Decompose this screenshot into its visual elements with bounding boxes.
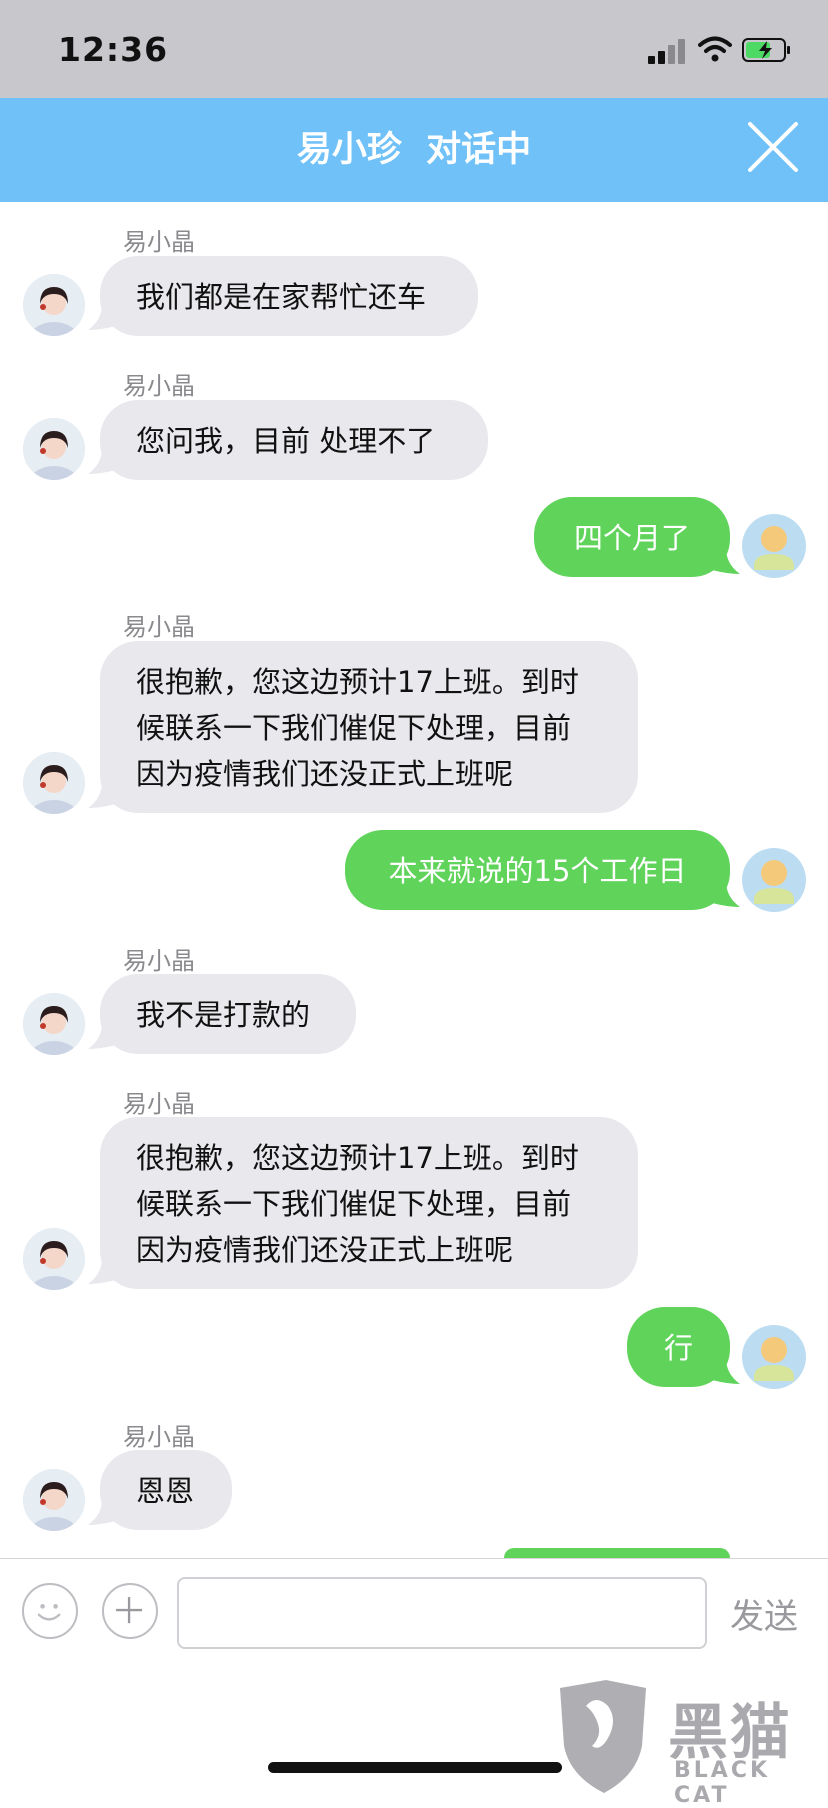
message-bubble-incoming: 恩恩: [100, 1450, 232, 1530]
battery-charging-icon: [742, 38, 790, 62]
bubble-tail: [712, 881, 740, 907]
message-line: 本来就说的15个工作日: [388, 854, 687, 888]
message-line: 我不是打款的: [136, 998, 311, 1032]
agent-avatar: [23, 418, 85, 480]
sender-name: 易小晶: [123, 613, 195, 641]
message-line: 您问我，目前 处理不了: [136, 424, 436, 458]
message-input[interactable]: [177, 1577, 707, 1649]
user-avatar: [742, 848, 806, 912]
close-icon[interactable]: [744, 118, 802, 176]
home-indicator: [268, 1762, 562, 1773]
agent-avatar: [23, 1469, 85, 1531]
sender-name: 易小晶: [123, 1090, 195, 1118]
chat-title: 易小珍 对话中: [296, 130, 532, 170]
message-line: 候联系一下我们催促下处理，目前: [136, 1187, 572, 1221]
message-line: 四个月了: [573, 521, 690, 555]
message-bubble-outgoing-partial: [504, 1548, 730, 1558]
input-bar: 发送: [0, 1558, 828, 1689]
message-line: 很抱歉，您这边预计17上班。到时: [136, 1141, 579, 1175]
wifi-icon: [698, 36, 732, 62]
message-bubble-outgoing: 四个月了: [534, 497, 730, 577]
message-line: 恩恩: [136, 1474, 195, 1508]
message-bubble-incoming: 我们都是在家帮忙还车: [100, 256, 478, 336]
message-bubble-incoming: 我不是打款的: [100, 974, 356, 1054]
emoji-icon[interactable]: [22, 1583, 78, 1639]
message-bubble-outgoing: 本来就说的15个工作日: [345, 830, 730, 910]
user-avatar: [742, 1325, 806, 1389]
status-time: 12:36: [58, 30, 169, 69]
sender-name: 易小晶: [123, 228, 195, 256]
message-line: 因为疫情我们还没正式上班呢: [136, 1233, 514, 1267]
bubble-tail: [712, 548, 740, 574]
message-bubble-incoming: 很抱歉，您这边预计17上班。到时 候联系一下我们催促下处理，目前 因为疫情我们还…: [100, 1117, 638, 1289]
user-avatar: [742, 514, 806, 578]
message-line: 候联系一下我们催促下处理，目前: [136, 711, 572, 745]
agent-avatar: [23, 993, 85, 1055]
plus-icon[interactable]: [102, 1583, 158, 1639]
message-bubble-incoming: 很抱歉，您这边预计17上班。到时 候联系一下我们催促下处理，目前 因为疫情我们还…: [100, 641, 638, 813]
message-line: 因为疫情我们还没正式上班呢: [136, 757, 514, 791]
signal-icon: [648, 38, 688, 64]
watermark-en: BLACK CAT: [674, 1758, 771, 1808]
sender-name: 易小晶: [123, 1423, 195, 1451]
agent-avatar: [23, 1228, 85, 1290]
message-line: 很抱歉，您这边预计17上班。到时: [136, 665, 579, 699]
send-button[interactable]: 发送: [730, 1589, 798, 1638]
chat-header: 易小珍 对话中: [0, 98, 828, 202]
sender-name: 易小晶: [123, 372, 195, 400]
agent-avatar: [23, 274, 85, 336]
sender-name: 易小晶: [123, 947, 195, 975]
message-line: 我们都是在家帮忙还车: [136, 280, 427, 314]
agent-avatar: [23, 752, 85, 814]
bubble-tail: [712, 1358, 740, 1384]
message-bubble-incoming: 您问我，目前 处理不了: [100, 400, 488, 480]
status-bar: 12:36: [0, 0, 828, 98]
